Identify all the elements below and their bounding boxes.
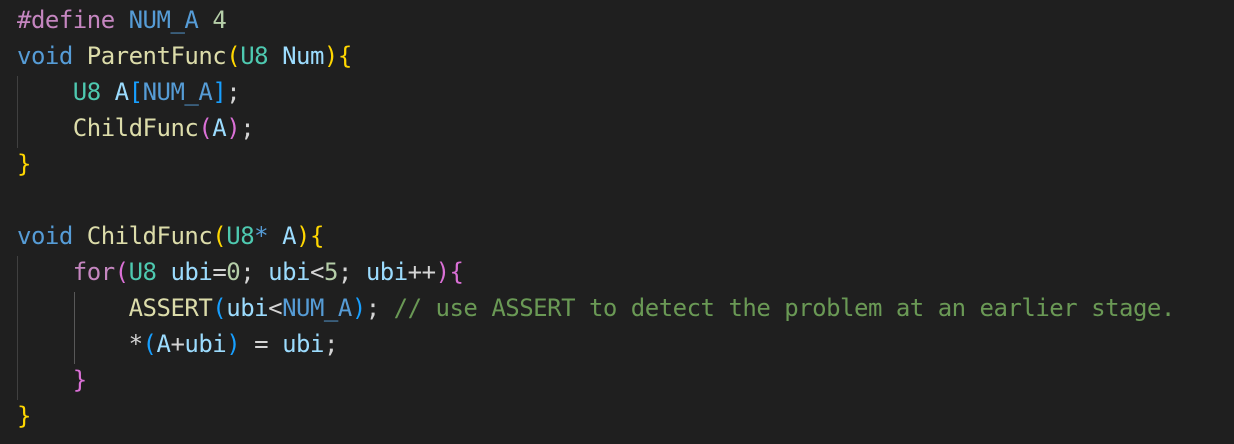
punctuation [268, 222, 282, 250]
variable: A [114, 78, 129, 106]
punctuation [268, 42, 282, 70]
punctuation [101, 78, 115, 106]
operator: ++ [407, 258, 436, 286]
bracket: ) [226, 114, 241, 142]
punctuation [198, 6, 212, 34]
code-line[interactable]: void ParentFunc(U8 Num){ [17, 38, 352, 74]
type-name: U8 [128, 258, 157, 286]
bracket: ( [142, 330, 157, 358]
code-line[interactable]: U8 A[NUM_A]; [17, 74, 241, 110]
punctuation [17, 294, 129, 322]
punctuation [157, 258, 171, 286]
bracket: ) [351, 294, 366, 322]
code-line[interactable]: void ChildFunc(U8* A){ [17, 218, 324, 254]
bracket: ( [114, 258, 129, 286]
code-editor[interactable]: #define NUM_A 4 void ParentFunc(U8 Num){ … [0, 0, 1234, 444]
keyword: void [17, 42, 73, 70]
operator: = [212, 258, 227, 286]
punctuation: ; [240, 114, 255, 142]
code-line[interactable]: } [17, 398, 31, 434]
punctuation [17, 114, 73, 142]
variable: ubi [170, 258, 213, 286]
keyword: void [17, 222, 73, 250]
parameter: Num [282, 42, 324, 70]
bracket: ( [212, 222, 227, 250]
operator: * [128, 330, 143, 358]
code-comment: // use ASSERT to detect the problem at a… [393, 294, 1176, 322]
punctuation: ; [240, 258, 269, 286]
bracket: ( [198, 114, 213, 142]
punctuation [17, 78, 73, 106]
bracket: { [309, 222, 324, 250]
bracket: ) [323, 42, 338, 70]
bracket: ] [212, 78, 227, 106]
number-literal: 5 [323, 258, 338, 286]
punctuation [17, 366, 73, 394]
number-literal: 0 [226, 258, 241, 286]
variable: ubi [268, 258, 310, 286]
variable: A [156, 330, 171, 358]
bracket: [ [128, 78, 143, 106]
parameter: A [282, 222, 297, 250]
bracket: ) [226, 330, 241, 358]
code-line[interactable]: *(A+ubi) = ubi; [17, 326, 339, 362]
function-name: ChildFunc [72, 114, 199, 142]
bracket: } [17, 402, 31, 430]
function-name: ParentFunc [86, 42, 227, 70]
punctuation: ; [337, 258, 366, 286]
punctuation [380, 294, 394, 322]
punctuation [17, 258, 73, 286]
code-line[interactable]: for(U8 ubi=0; ubi<5; ubi++){ [17, 254, 464, 290]
macro-name: NUM_A [282, 294, 352, 322]
type-name: U8 [226, 222, 255, 250]
function-name: ASSERT [128, 294, 213, 322]
punctuation [17, 330, 129, 358]
number-literal: 4 [212, 6, 227, 34]
punctuation: ; [226, 78, 241, 106]
bracket: ( [212, 294, 227, 322]
punctuation: ; [365, 294, 380, 322]
variable: ubi [365, 258, 408, 286]
bracket: } [17, 150, 31, 178]
control-keyword: for [72, 258, 115, 286]
punctuation [73, 42, 87, 70]
code-line[interactable]: #define NUM_A 4 [17, 2, 227, 38]
punctuation [73, 222, 87, 250]
function-name: ChildFunc [86, 222, 213, 250]
variable: ubi [282, 330, 324, 358]
operator: < [268, 294, 283, 322]
operator: < [310, 258, 324, 286]
variable: A [212, 114, 227, 142]
bracket: { [337, 42, 352, 70]
preprocessor-directive: #define [17, 6, 115, 34]
bracket: ( [226, 42, 241, 70]
variable: ubi [226, 294, 269, 322]
bracket: } [72, 366, 87, 394]
punctuation: ; [323, 330, 338, 358]
macro-name: NUM_A [128, 6, 199, 34]
code-line[interactable]: } [17, 362, 87, 398]
bracket: ) [435, 258, 450, 286]
type-name: U8 [240, 42, 269, 70]
operator: = [240, 330, 283, 358]
type-name: U8 [72, 78, 101, 106]
punctuation [115, 6, 129, 34]
code-line[interactable]: ChildFunc(A); [17, 110, 255, 146]
operator: + [170, 330, 185, 358]
variable: ubi [184, 330, 227, 358]
code-line[interactable]: } [17, 146, 31, 182]
bracket: { [449, 258, 464, 286]
pointer-operator: * [254, 222, 269, 250]
code-line[interactable]: ASSERT(ubi<NUM_A); // use ASSERT to dete… [17, 290, 1176, 326]
macro-name: NUM_A [142, 78, 213, 106]
bracket: ) [296, 222, 310, 250]
